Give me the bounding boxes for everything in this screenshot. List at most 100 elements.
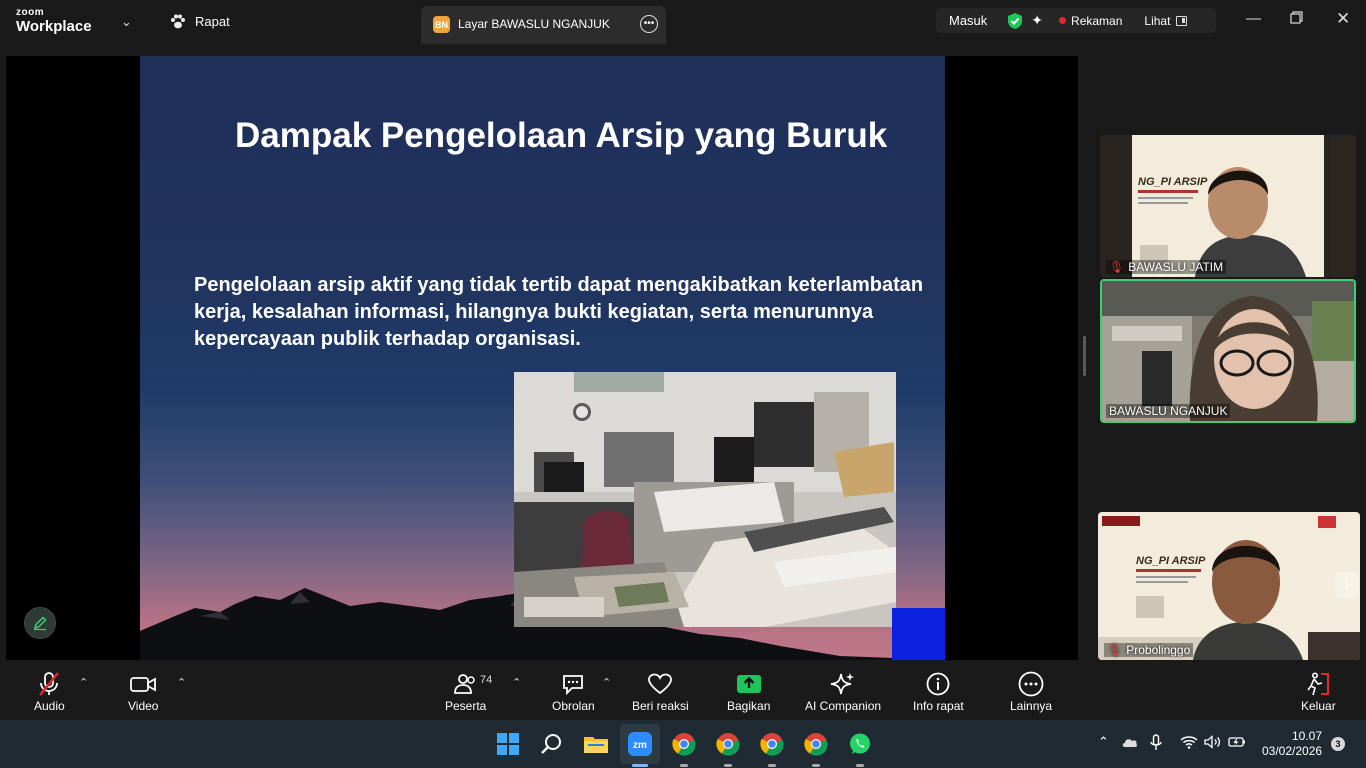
meeting-info-button[interactable]: Info rapat [913, 670, 964, 713]
zoom-window: zoom Workplace ⌄ Rapat BN Layar BAWASLU … [0, 0, 1366, 768]
video-options-caret[interactable]: ⌃ [177, 676, 186, 689]
share-arrow-icon [736, 670, 762, 698]
mic-muted-icon: 🎙︎ [1107, 643, 1123, 657]
participant-name: BAWASLU NGANJUK [1106, 404, 1231, 418]
annotate-pen-button[interactable] [24, 607, 56, 639]
share-tab[interactable]: BN Layar BAWASLU NGANJUK ••• [421, 6, 666, 44]
recording-label[interactable]: Rekaman [1071, 14, 1122, 28]
participants-options-caret[interactable]: ⌃ [512, 676, 521, 689]
chrome-running-indicator [724, 764, 732, 767]
react-button[interactable]: Beri reaksi [632, 670, 689, 713]
more-options-icon[interactable]: ••• [640, 15, 658, 33]
ai-sparkle-icon[interactable]: ✦ [1031, 12, 1043, 29]
chat-button[interactable]: Obrolan [552, 670, 595, 713]
participants-label: Peserta [445, 699, 487, 713]
chat-label: Obrolan [552, 699, 595, 713]
audio-options-caret[interactable]: ⌃ [79, 676, 88, 689]
participant-video [1102, 281, 1354, 421]
meeting-label: Rapat [195, 14, 230, 29]
info-icon [926, 670, 950, 698]
mic-muted-icon: 🎙︎ [1109, 260, 1125, 274]
video-tile-probolinggo[interactable]: NG_PI ARSIP 🎙︎ Probolinggo [1098, 512, 1360, 660]
audio-label: Audio [34, 699, 65, 713]
panel-resize-handle[interactable] [1083, 336, 1086, 376]
pen-icon [33, 616, 47, 631]
wifi-icon[interactable] [1180, 735, 1198, 752]
clock-time: 10.07 [1291, 729, 1322, 743]
zoom-app-icon[interactable]: zm [628, 732, 652, 756]
svg-text:NG_PI ARSIP: NG_PI ARSIP [1136, 555, 1206, 567]
participant-name: 🎙︎ BAWASLU JATIM [1106, 260, 1227, 274]
heart-icon [648, 670, 673, 698]
video-tile-bawaslu-nganjuk[interactable]: BAWASLU NGANJUK [1100, 279, 1356, 423]
whatsapp-running-indicator [856, 764, 864, 767]
slide-body: Pengelolaan arsip aktif yang tidak terti… [194, 274, 924, 350]
info-label: Info rapat [913, 699, 964, 713]
chrome-icon[interactable] [760, 732, 784, 756]
ai-label: AI Companion [805, 699, 882, 713]
slide-title: Dampak Pengelolaan Arsip yang Buruk [235, 116, 888, 155]
chrome-running-indicator [768, 764, 776, 767]
more-button[interactable]: Lainnya [1010, 670, 1052, 713]
search-icon[interactable] [540, 732, 564, 756]
notification-badge[interactable]: 3 [1331, 737, 1345, 751]
cloud-icon[interactable] [1121, 736, 1139, 751]
react-label: Beri reaksi [632, 699, 689, 713]
chevron-down-icon[interactable]: ⌄ [121, 14, 132, 30]
share-label: Bagikan [727, 699, 771, 713]
windows-start-icon[interactable] [496, 732, 520, 756]
participant-name: 🎙︎ Probolinggo [1104, 643, 1194, 657]
chrome-icon[interactable] [716, 732, 740, 756]
meeting-toolbar: Audio ⌃ Video ⌃ Peserta 74 ⌃ Obrolan ⌃ B… [0, 660, 1366, 720]
more-label: Lainnya [1010, 699, 1053, 713]
close-icon[interactable]: ✕ [1336, 9, 1350, 29]
minimize-icon[interactable]: — [1246, 10, 1261, 27]
chrome-running-indicator [680, 764, 688, 767]
recording-dot-icon [1059, 17, 1067, 24]
participants-count: 74 [480, 674, 493, 686]
ai-companion-button[interactable]: AI Companion [805, 670, 881, 713]
status-pill: Masuk ✦ Rekaman Lihat [936, 8, 1216, 33]
svg-text:zm: zm [633, 740, 647, 751]
battery-icon[interactable] [1228, 736, 1246, 751]
layout-icon[interactable] [1176, 15, 1188, 26]
whatsapp-icon[interactable] [848, 732, 872, 756]
view-button[interactable]: Lihat [1144, 14, 1170, 28]
audio-button[interactable]: Audio [34, 670, 65, 713]
next-page-button[interactable]: › [1335, 572, 1359, 598]
zoom-running-indicator [632, 764, 648, 767]
leave-button[interactable]: Keluar [1301, 670, 1336, 713]
file-explorer-icon[interactable] [584, 732, 608, 756]
title-bar: zoom Workplace ⌄ Rapat BN Layar BAWASLU … [0, 0, 1366, 46]
mic-icon[interactable] [1150, 734, 1162, 754]
chat-options-caret[interactable]: ⌃ [602, 676, 611, 689]
people-icon [453, 670, 478, 698]
participant-name-text: BAWASLU JATIM [1128, 260, 1224, 274]
signin-button[interactable]: Masuk [949, 13, 987, 28]
ai-sparkle-icon [830, 670, 856, 698]
share-screen-button[interactable]: Bagikan [727, 670, 770, 713]
chrome-running-indicator [812, 764, 820, 767]
mic-muted-icon [37, 670, 61, 698]
system-clock[interactable]: 10.07 03/02/2026 [1262, 729, 1322, 759]
slide-blue-accent [892, 608, 945, 660]
zoom-workplace-logo[interactable]: zoom Workplace [16, 7, 92, 35]
share-tab-badge: BN [433, 16, 450, 33]
svg-text:NG_PI ARSIP: NG_PI ARSIP [1138, 176, 1208, 188]
chevron-up-icon[interactable]: ⌃ [1098, 734, 1109, 750]
video-button[interactable]: Video [128, 670, 158, 713]
chrome-icon[interactable] [804, 732, 828, 756]
volume-icon[interactable] [1204, 735, 1222, 752]
chrome-icon[interactable] [672, 732, 696, 756]
participant-name-text: BAWASLU NGANJUK [1109, 404, 1228, 418]
restore-icon[interactable] [1290, 11, 1303, 28]
logo-top: zoom [16, 7, 45, 18]
shield-check-icon[interactable] [1007, 12, 1023, 30]
participant-video: NG_PI ARSIP [1100, 135, 1356, 277]
participant-video: NG_PI ARSIP [1098, 512, 1360, 660]
messy-office-photo [514, 372, 896, 627]
camera-icon [129, 670, 157, 698]
video-tile-bawaslu-jatim[interactable]: NG_PI ARSIP 🎙︎ BAWASLU JATIM [1100, 135, 1356, 277]
leave-door-icon [1305, 670, 1331, 698]
meeting-menu[interactable]: Rapat [170, 14, 230, 29]
